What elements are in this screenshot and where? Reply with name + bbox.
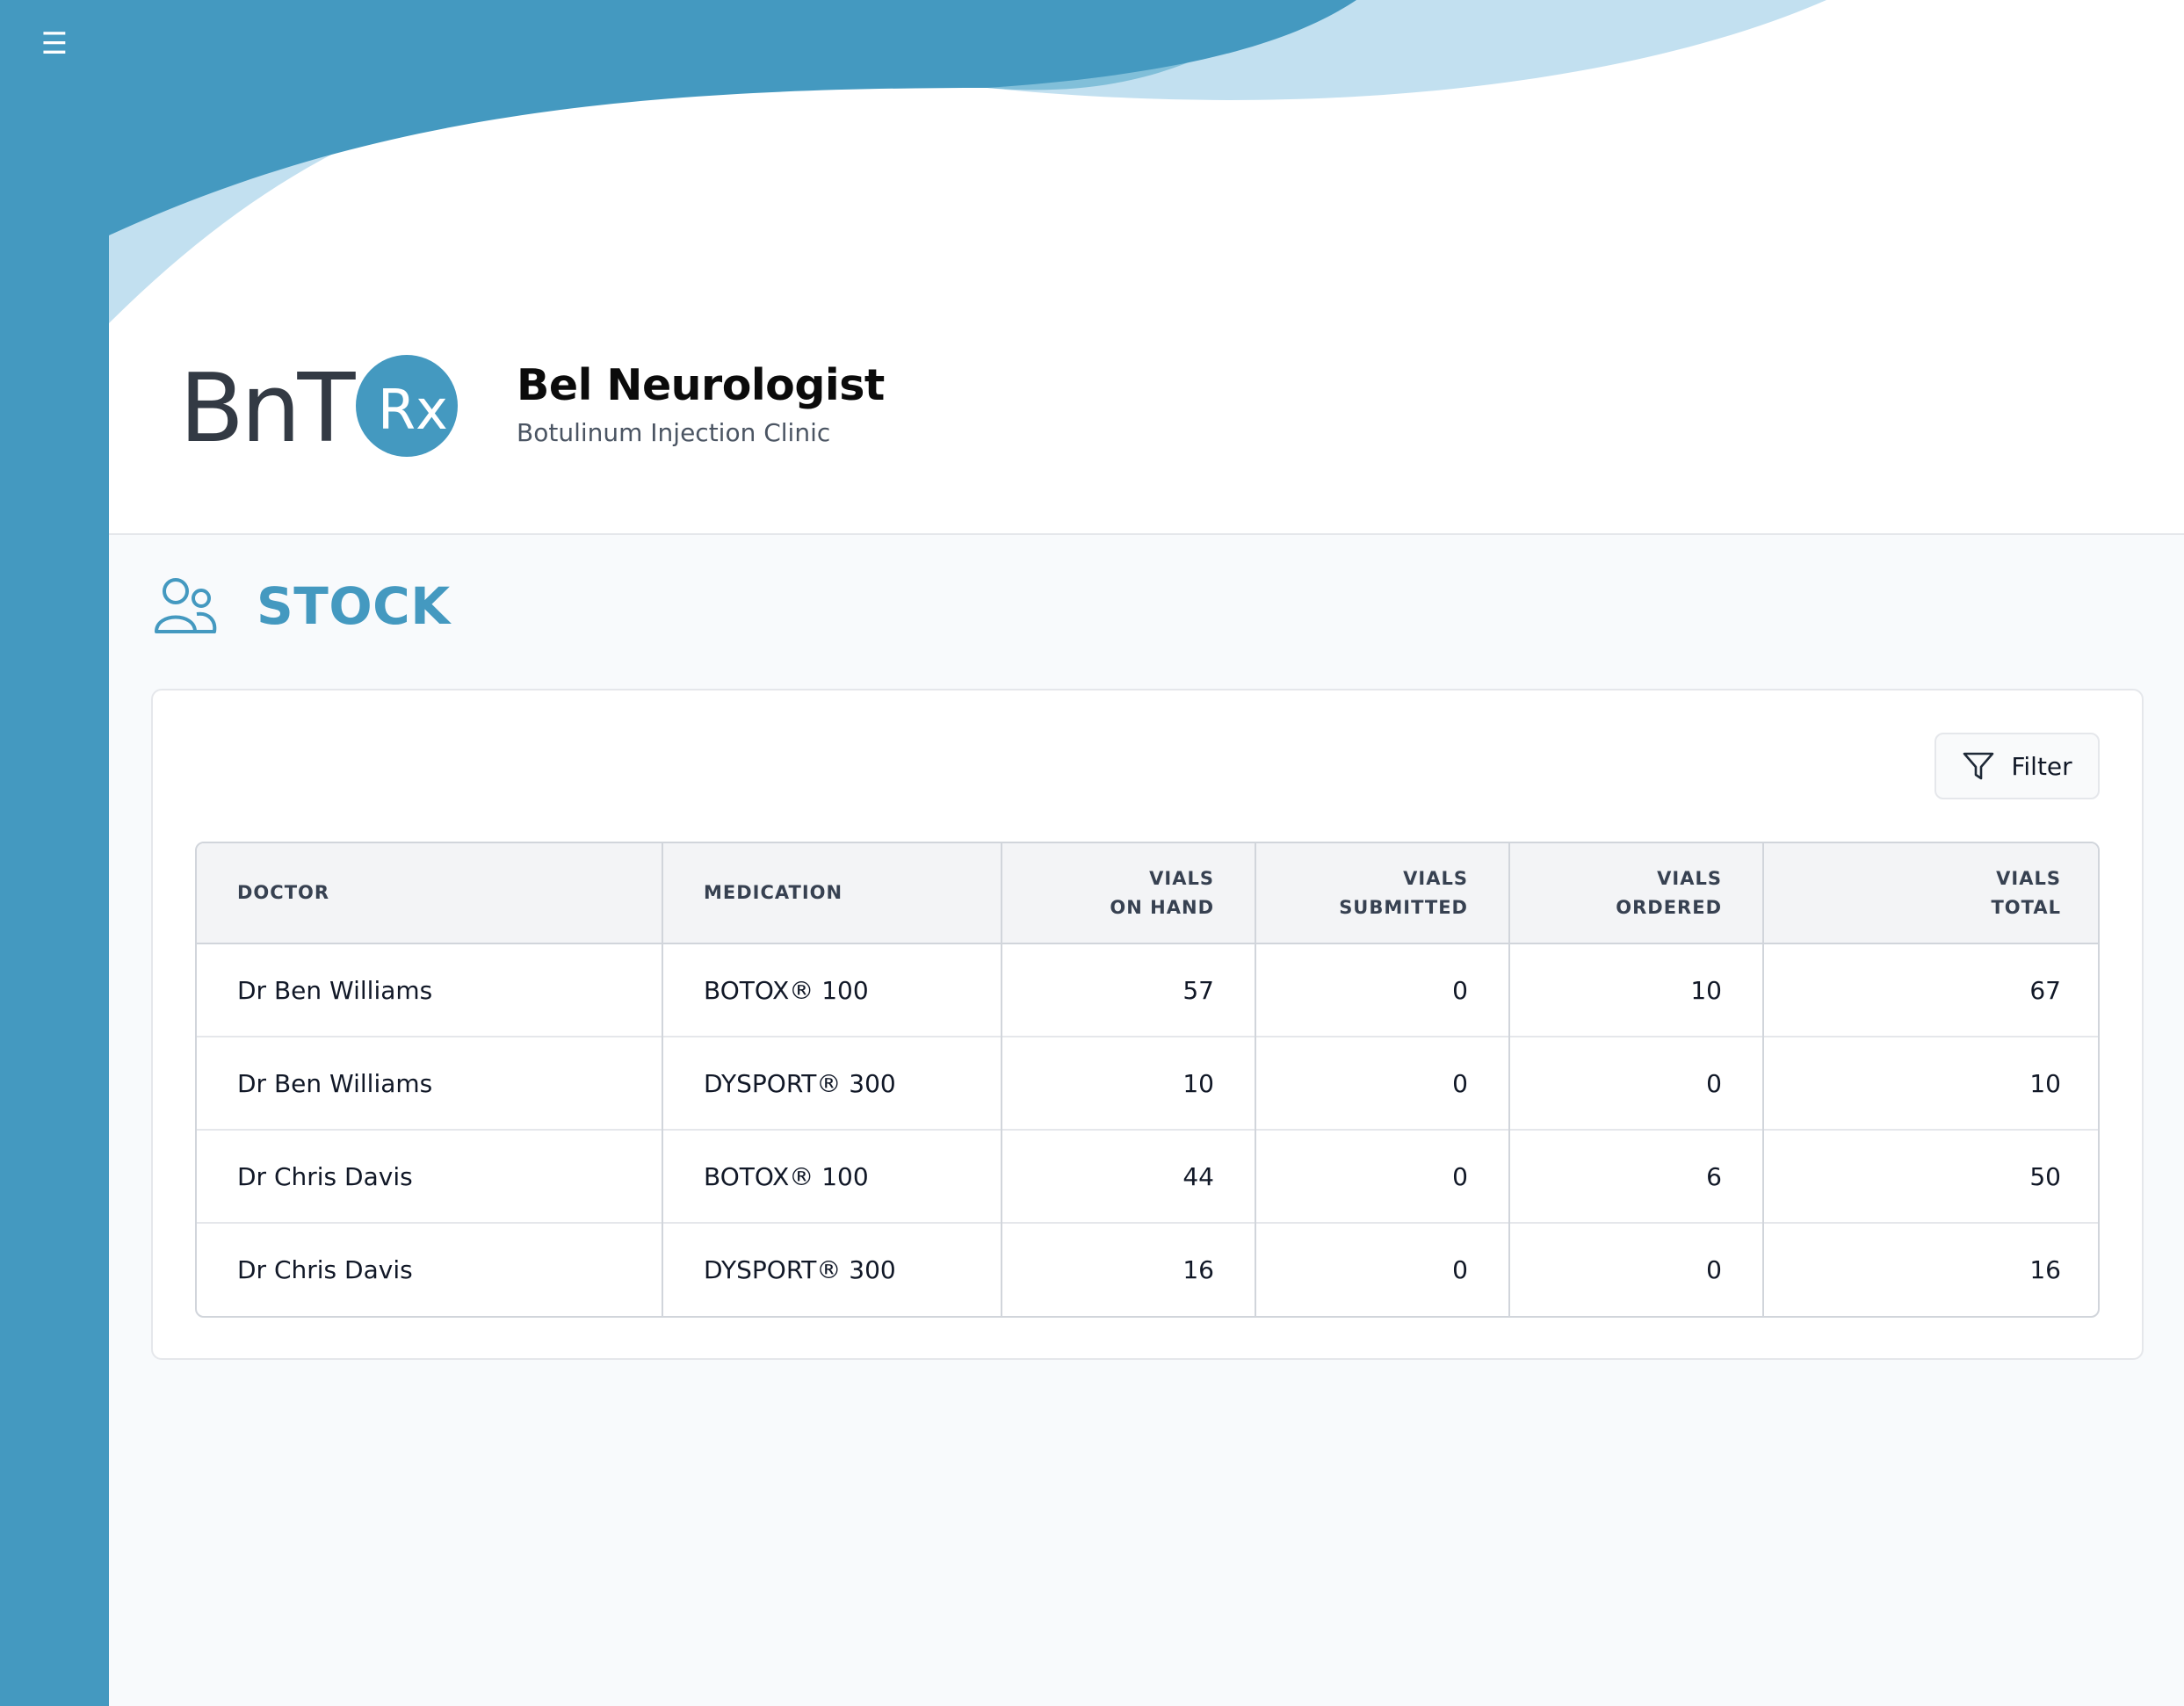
org-subtitle: Botulinum Injection Clinic: [517, 418, 831, 447]
funnel-icon: [1963, 752, 1994, 780]
filter-button-label: Filter: [2011, 751, 2072, 781]
column-header-vials-on-hand[interactable]: VIALS ON HAND: [1001, 843, 1255, 944]
cell-vials-total: 10: [1762, 1036, 2098, 1130]
bnt-rx-logo: BnT Rx: [179, 354, 458, 464]
cell-vials-submitted: 0: [1255, 1222, 1509, 1316]
cell-vials-total: 50: [1762, 1129, 2098, 1223]
table-header-row: DOCTOR MEDICATION VIALS ON HAND VIALS SUBM…: [197, 843, 2098, 944]
cell-vials-on-hand: 16: [1001, 1222, 1255, 1316]
cell-vials-ordered: 6: [1508, 1129, 1763, 1223]
column-header-medication[interactable]: MEDICATION: [662, 843, 1002, 944]
cell-medication: DYSPORT® 300: [662, 1036, 1002, 1130]
cell-vials-submitted: 0: [1255, 943, 1509, 1037]
hamburger-menu-icon[interactable]: ☰: [35, 23, 74, 65]
org-title: Bel Neurologist: [517, 360, 885, 410]
cell-medication: BOTOX® 100: [662, 943, 1002, 1037]
column-header-vials-total[interactable]: VIALS TOTAL: [1762, 843, 2098, 944]
users-icon: [155, 578, 217, 633]
column-header-vials-submitted[interactable]: VIALS SUBMITTED: [1255, 843, 1509, 944]
cell-medication: DYSPORT® 300: [662, 1222, 1002, 1316]
cell-doctor: Dr Chris Davis: [197, 1222, 662, 1316]
filter-button[interactable]: Filter: [1935, 733, 2100, 799]
cell-vials-ordered: 0: [1508, 1222, 1763, 1316]
cell-vials-submitted: 0: [1255, 1129, 1509, 1223]
cell-medication: BOTOX® 100: [662, 1129, 1002, 1223]
cell-vials-on-hand: 57: [1001, 943, 1255, 1037]
table-row[interactable]: Dr Ben Williams DYSPORT® 300 10 0 0 10: [197, 1036, 2098, 1130]
stock-card: Filter DOCTOR MEDICATION VIALS ON HAND VI…: [151, 689, 2144, 1360]
logo-text: BnT: [179, 354, 357, 464]
column-header-doctor[interactable]: DOCTOR: [197, 843, 662, 944]
cell-doctor: Dr Ben Williams: [197, 1036, 662, 1130]
table-row[interactable]: Dr Chris Davis DYSPORT® 300 16 0 0 16: [197, 1222, 2098, 1316]
cell-doctor: Dr Chris Davis: [197, 1129, 662, 1223]
header: BnT Rx Bel Neurologist Botulinum Injecti…: [109, 0, 2184, 535]
cell-vials-submitted: 0: [1255, 1036, 1509, 1130]
table-row[interactable]: Dr Chris Davis BOTOX® 100 44 0 6 50: [197, 1129, 2098, 1223]
page-header: STOCK: [153, 575, 451, 637]
cell-vials-on-hand: 44: [1001, 1129, 1255, 1223]
column-header-vials-ordered[interactable]: VIALS ORDERED: [1508, 843, 1763, 944]
logo-badge-text: Rx: [378, 378, 448, 442]
cell-vials-on-hand: 10: [1001, 1036, 1255, 1130]
cell-doctor: Dr Ben Williams: [237, 975, 433, 1005]
cell-vials-total: 16: [1762, 1222, 2098, 1316]
sidebar: ☰: [0, 0, 109, 1706]
table-row[interactable]: Dr Ben Williams BOTOX® 100 57 0 10 67: [197, 943, 2098, 1037]
page-title: STOCK: [257, 576, 451, 636]
cell-vials-ordered: 10: [1508, 943, 1763, 1037]
cell-vials-ordered: 0: [1508, 1036, 1763, 1130]
stock-table: DOCTOR MEDICATION VIALS ON HAND VIALS SUBM…: [195, 842, 2100, 1318]
cell-vials-total: 67: [1762, 943, 2098, 1037]
